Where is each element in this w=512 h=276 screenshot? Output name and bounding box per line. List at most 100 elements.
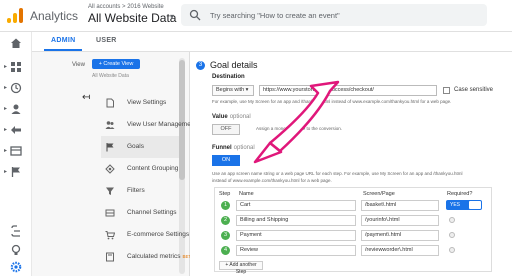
cart-icon [105,231,115,240]
conversions-nav-item[interactable]: ▸ [0,163,32,181]
channel-icon [105,209,115,217]
menu-item-label: Calculated metrics BETA [127,253,194,260]
dashboard-icon [11,62,21,72]
attribution-nav-item[interactable] [0,222,32,240]
back-arrow-icon[interactable]: ↤ [82,92,90,103]
analytics-logo-icon[interactable] [7,7,23,23]
required-radio[interactable] [449,217,455,223]
tab-admin[interactable]: ADMIN [51,37,75,44]
funnel-toggle[interactable]: ON [212,155,240,166]
clock-icon [10,82,22,94]
destination-url-input[interactable]: https://www.yourstore.com/success/checko… [259,85,437,96]
page-column-header: Screen/Page [363,191,395,197]
menu-item-calculated-metrics[interactable]: Calculated metrics BETA [101,246,194,268]
home-nav-item[interactable] [0,34,32,52]
step-name-input[interactable]: Review [236,245,356,256]
menu-item-view-settings[interactable]: View Settings [101,92,179,114]
step-number-badge: 3 [196,61,205,70]
menu-item-content-grouping[interactable]: Content Grouping [101,158,179,180]
funnel-step-row: 3 Payment /payment\.html [215,229,493,242]
view-name: All Website Data [92,73,129,79]
acquisition-nav-item[interactable]: ▸ [0,121,32,139]
filter-icon [106,187,114,195]
goal-details-panel: 3 Goal details Destination Begins with ▾… [190,52,512,276]
menu-item-ecommerce-settings[interactable]: E-commerce Settings [101,224,189,246]
menu-item-label: View User Management [127,121,197,128]
section-title: Goal details [210,60,258,70]
name-column-header: Name [239,191,254,197]
case-sensitive-label: Case sensitive [454,87,494,93]
caret-down-icon[interactable]: ▾ [170,12,174,21]
attribution-icon [11,225,20,237]
view-column: View + Create View All Website Data ↤ Vi… [32,52,196,276]
create-view-button[interactable]: + Create View [92,59,140,69]
document-icon [106,98,114,108]
funnel-step-row: 2 Billing and Shipping /yourinfo\.html [215,214,493,227]
menu-item-view-user-management[interactable]: View User Management [101,114,196,136]
view-label: View [72,62,85,68]
acquisition-icon [11,126,21,134]
step-number: 4 [221,246,230,255]
home-icon [11,38,21,48]
case-sensitive-checkbox[interactable] [443,87,450,94]
customization-nav-item[interactable]: ▸ [0,58,32,76]
step-name-input[interactable]: Cart [236,200,356,211]
expand-caret-icon: ▸ [4,85,8,91]
flag-icon [11,167,20,177]
menu-item-label: Filters [127,187,145,194]
menu-item-label: View Settings [127,99,167,106]
step-column-header: Step [219,191,231,197]
admin-nav-item[interactable] [0,258,32,276]
expand-caret-icon: ▸ [4,106,8,112]
value-label: Value optional [212,114,251,120]
menu-item-channel-settings[interactable]: Channel Settings [101,202,179,224]
search-placeholder[interactable]: Try searching "How to create an event" [210,11,340,20]
add-another-step-button[interactable]: + Add another Step [219,261,263,275]
value-toggle[interactable]: OFF [212,124,240,135]
funnel-label: Funnel optional [212,145,255,151]
menu-item-label: E-commerce Settings [127,231,190,238]
search-bar[interactable]: Try searching "How to create an event" [181,4,487,26]
step-page-input[interactable]: /reviewworder\.html [361,245,439,256]
audience-nav-item[interactable]: ▸ [0,100,32,118]
step-name-input[interactable]: Payment [236,230,356,241]
menu-item-label: Channel Settings [127,209,177,216]
gear-icon [10,261,22,273]
account-breadcrumb[interactable]: All accounts > 2016 Website [88,4,164,10]
match-type-select[interactable]: Begins with ▾ [212,85,254,96]
step-number: 2 [221,216,230,225]
view-scrollbar[interactable] [179,58,185,274]
person-icon [11,104,21,114]
step-page-input[interactable]: /yourinfo\.html [361,215,439,226]
discover-nav-item[interactable] [0,241,32,259]
top-bar: Analytics All accounts > 2016 Website Al… [0,0,512,32]
step-page-input[interactable]: /payment\.html [361,230,439,241]
menu-item-filters[interactable]: Filters [101,180,179,202]
funnel-step-row: 4 Review /reviewworder\.html [215,244,493,257]
expand-caret-icon: ▸ [4,64,8,70]
menu-item-label: Content Grouping [127,165,179,172]
required-radio[interactable] [449,232,455,238]
value-help-text: Assign a monetary value to the conversio… [256,126,343,131]
step-number: 1 [221,201,230,210]
step-name-input[interactable]: Billing and Shipping [236,215,356,226]
search-icon [189,9,201,21]
expand-caret-icon: ▸ [4,148,8,154]
scrollbar-thumb[interactable] [179,60,185,180]
grouping-icon [105,164,115,174]
expand-caret-icon: ▸ [4,169,8,175]
required-column-header: Required? [447,191,473,197]
required-toggle[interactable]: YES [446,200,482,210]
required-radio[interactable] [449,247,455,253]
menu-item-goals[interactable]: Goals [101,136,179,158]
lightbulb-icon [11,244,21,255]
behavior-nav-item[interactable]: ▸ [0,142,32,160]
tab-user[interactable]: USER [96,37,117,44]
realtime-nav-item[interactable]: ▸ [0,79,32,97]
product-name: Analytics [30,9,79,23]
step-page-input[interactable]: /basket\.html [361,200,439,211]
admin-tabs: ADMIN USER [32,32,512,52]
step-number: 3 [221,231,230,240]
left-nav-rail: ▸ ▸ ▸ ▸ ▸ ▸ [0,32,32,276]
account-selector[interactable]: All Website Data [88,11,176,25]
